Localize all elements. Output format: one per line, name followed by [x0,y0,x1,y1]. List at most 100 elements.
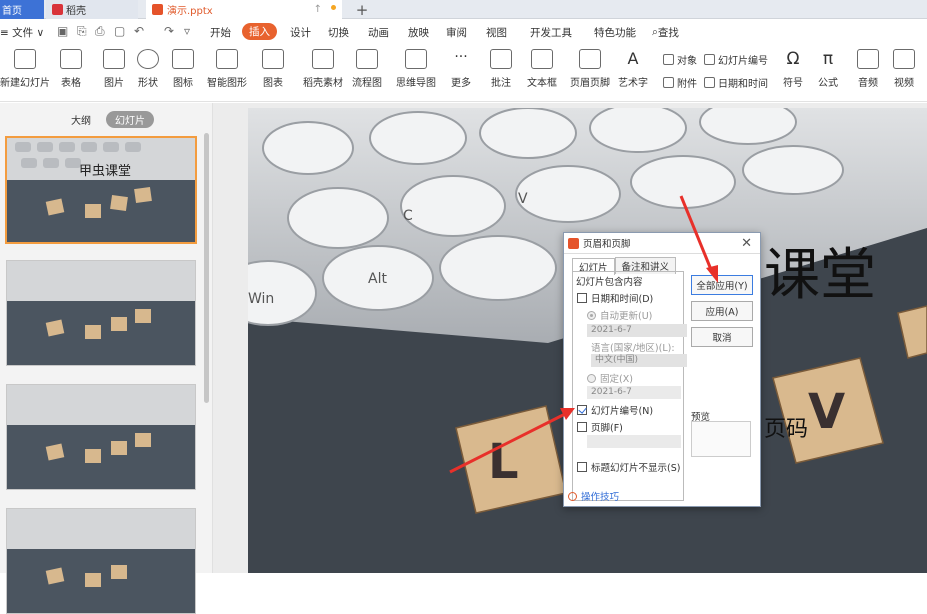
icon-gallery-icon [172,49,194,69]
slide-thumbnail-3[interactable] [6,384,196,490]
print-icon[interactable]: ⎙ [95,24,105,39]
footer-option[interactable]: 页脚(F) [577,420,623,434]
cancel-button[interactable]: 取消 [691,327,753,347]
flowchart-button[interactable]: 流程图 [352,49,382,89]
icon-button[interactable]: 图标 [172,49,194,89]
menu-insert[interactable]: 插入 [242,23,277,40]
date-format-select[interactable]: 2021-6-7 [587,324,687,337]
apply-button[interactable]: 应用(A) [691,301,753,321]
preview-icon[interactable]: ▢ [114,24,125,38]
calendar-icon [704,77,715,88]
template-icon[interactable]: ⎘ [77,24,87,39]
hide-on-title-option[interactable]: 标题幻灯片不显示(S) [577,460,680,474]
date-time-label: 日期和时间(D) [591,294,654,305]
object-button[interactable]: 对象 [663,52,697,67]
pi-icon: π [822,49,834,69]
flowchart-label: 流程图 [352,78,382,89]
pin-icon[interactable]: ↑ [314,4,322,15]
tab-home-label: 首页 [2,6,22,17]
fixed-radio[interactable] [587,373,596,383]
slide-number-option[interactable]: 幻灯片编号(N) [577,403,653,417]
daoke-material-label: 稻壳素材 [303,78,343,89]
video-button[interactable]: 视频 [893,49,915,89]
menu-slideshow[interactable]: 放映 [408,25,429,40]
textbox-button[interactable]: 文本框 [527,49,557,89]
tab-document[interactable]: 演示.pptx ↑ [146,0,342,19]
search-box[interactable]: ⌕ 查找 [652,25,679,40]
video-label: 视频 [894,78,914,89]
comment-button[interactable]: 批注 [490,49,512,89]
slide-number-checkbox[interactable] [577,405,587,415]
date-time-button[interactable]: 日期和时间 [704,75,768,90]
date-time-option[interactable]: 日期和时间(D) [577,291,653,305]
close-icon[interactable]: ✕ [741,236,752,251]
tips-link[interactable]: 操作技巧 [568,489,619,503]
art-text-button[interactable]: A 艺术字 [618,49,648,89]
more-button[interactable]: ··· 更多 [450,49,472,89]
menu-start[interactable]: 开始 [210,25,231,40]
language-label: 语言(国家/地区)(L): [591,343,675,354]
shape-button[interactable]: 形状 [137,49,159,89]
auto-update-option[interactable]: 自动更新(U) [587,308,652,322]
fixed-date-input[interactable]: 2021-6-7 [587,386,681,399]
tab-daoke[interactable]: 稻壳 [46,0,138,19]
menu-animation[interactable]: 动画 [368,25,389,40]
textbox-label: 文本框 [527,78,557,89]
slide-subtitle[interactable]: 页码 [764,411,808,443]
menu-design[interactable]: 设计 [290,25,311,40]
attachment-button[interactable]: 附件 [663,75,697,90]
thumbnail-image [7,385,195,489]
apply-all-button[interactable]: 全部应用(Y) [691,275,753,295]
symbol-button[interactable]: Ω 符号 [782,49,804,89]
daoke-material-button[interactable]: 稻壳素材 [303,49,343,89]
auto-update-radio[interactable] [587,310,596,320]
tab-slides[interactable]: 幻灯片 [106,111,154,128]
svg-text:V: V [518,191,528,207]
thumbnail-image [7,509,195,613]
more-label: 更多 [451,78,471,89]
dialog-titlebar: 页眉和页脚 ✕ [564,233,760,254]
tab-home[interactable]: 首页 [0,0,44,19]
language-select[interactable]: 中文(中国) [591,354,687,367]
customize-icon[interactable]: ▿ [184,24,190,38]
slide-number-button[interactable]: 幻灯片编号 [704,52,768,67]
table-button[interactable]: 表格 [60,49,82,89]
ribbon-insert: 新建幻灯片 表格 图片 形状 图标 智能图形 图表 稻壳素材 流程图 思维导图 … [0,44,927,102]
hide-on-title-checkbox[interactable] [577,462,587,472]
shape-icon [137,49,159,69]
omega-icon: Ω [786,49,800,69]
menu-developer[interactable]: 开发工具 [530,25,572,40]
picture-button[interactable]: 图片 [103,49,125,89]
file-menu[interactable]: ≡ 文件 ∨ [0,25,44,40]
fixed-option[interactable]: 固定(X) [587,371,633,385]
slide-thumbnail-1[interactable]: 甲虫课堂 [5,136,197,244]
slide-panel-scrollbar[interactable] [204,133,209,403]
footer-checkbox[interactable] [577,422,587,432]
slide-thumbnail-2[interactable] [6,260,196,366]
new-slide-button[interactable]: 新建幻灯片 [0,49,50,89]
menu-view[interactable]: 视图 [486,25,507,40]
tab-outline[interactable]: 大纲 [62,111,100,128]
svg-text:Alt: Alt [368,271,387,287]
mindmap-button[interactable]: 思维导图 [396,49,436,89]
smart-graphic-button[interactable]: 智能图形 [207,49,247,89]
formula-button[interactable]: π 公式 [817,49,839,89]
date-time-checkbox[interactable] [577,293,587,303]
slide-thumbnail-4[interactable] [6,508,196,614]
window-tab-bar: 首页 稻壳 演示.pptx ↑ + [0,0,927,19]
comment-icon [490,49,512,69]
footer-input[interactable] [587,435,681,448]
menu-special[interactable]: 特色功能 [594,25,636,40]
chart-button[interactable]: 图表 [262,49,284,89]
formula-label: 公式 [818,78,838,89]
redo-icon[interactable]: ↷ [164,24,174,38]
menu-transition[interactable]: 切换 [328,25,349,40]
menu-review[interactable]: 审阅 [446,25,467,40]
slide-title[interactable]: 课堂 [764,230,876,311]
new-tab-button[interactable]: + [352,0,372,19]
audio-button[interactable]: 音频 [857,49,879,89]
header-footer-button[interactable]: 页眉页脚 [570,49,610,89]
save-icon[interactable]: ▣ [57,24,68,38]
undo-icon[interactable]: ↶ [134,24,144,38]
picture-label: 图片 [104,78,124,89]
